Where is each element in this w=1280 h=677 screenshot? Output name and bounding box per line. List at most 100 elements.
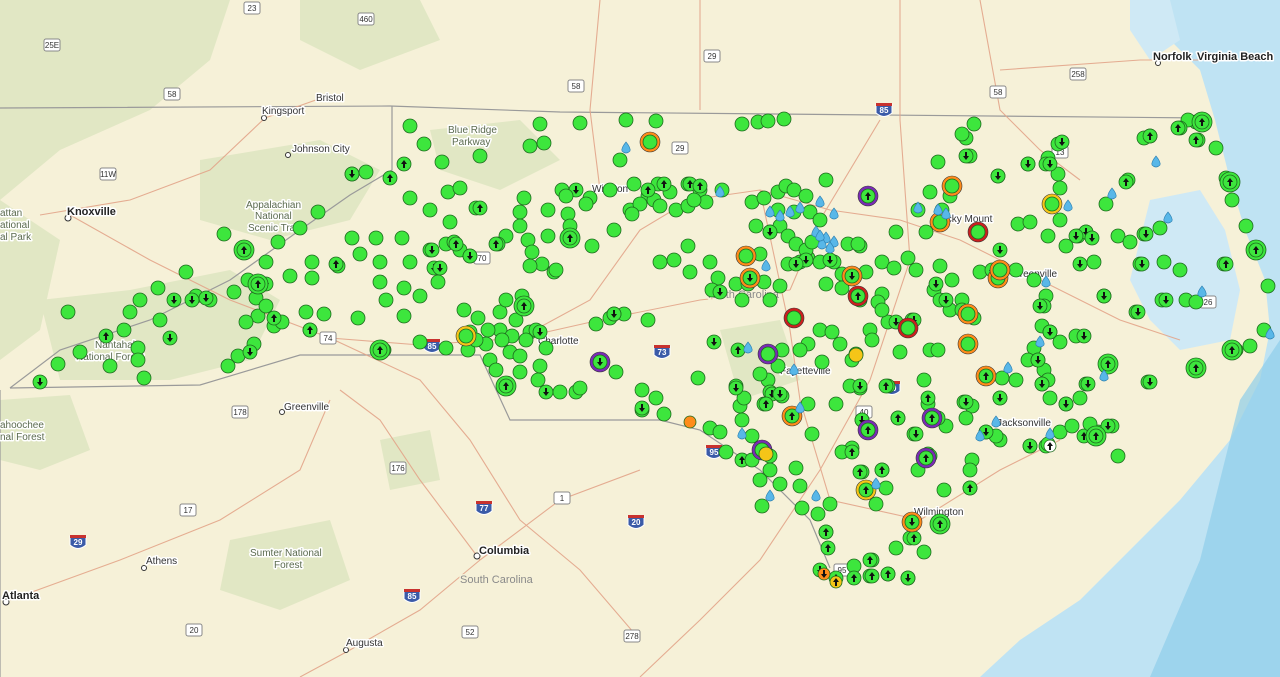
gauge-marker[interactable] xyxy=(352,246,368,262)
gauge-marker[interactable] xyxy=(130,352,146,368)
gauge-marker[interactable] xyxy=(880,566,896,582)
gauge-marker[interactable] xyxy=(862,552,878,568)
gauge-marker[interactable] xyxy=(792,342,808,358)
gauge-marker[interactable] xyxy=(198,290,214,306)
gauge-marker[interactable] xyxy=(868,496,884,512)
gauge-marker[interactable] xyxy=(915,447,937,469)
gauge-marker[interactable] xyxy=(1008,262,1024,278)
gauge-marker[interactable] xyxy=(810,506,826,522)
gauge-marker[interactable] xyxy=(712,424,728,440)
gauge-marker[interactable] xyxy=(589,351,611,373)
gauge-marker[interactable] xyxy=(1058,396,1074,412)
gauge-marker[interactable] xyxy=(1052,180,1068,196)
gauge-marker[interactable] xyxy=(258,254,274,270)
gauge-marker[interactable] xyxy=(369,339,391,361)
gauge-marker[interactable] xyxy=(788,460,804,476)
gauge-marker[interactable] xyxy=(1122,234,1138,250)
gauge-marker[interactable] xyxy=(1080,376,1096,392)
gauge-marker[interactable] xyxy=(532,324,548,340)
gauge-marker[interactable] xyxy=(920,390,936,406)
gauge-marker[interactable] xyxy=(634,400,650,416)
gauge-marker[interactable] xyxy=(220,358,236,374)
gauge-marker[interactable] xyxy=(1086,254,1102,270)
gauge-marker[interactable] xyxy=(967,221,989,243)
gauge-marker[interactable] xyxy=(772,278,788,294)
gauge-marker[interactable] xyxy=(828,396,844,412)
gauge-marker[interactable] xyxy=(852,378,868,394)
gauge-marker[interactable] xyxy=(412,288,428,304)
gauge-marker[interactable] xyxy=(512,364,528,380)
gauge-marker[interactable] xyxy=(900,570,916,586)
gauge-marker[interactable] xyxy=(1041,193,1063,215)
gauge-marker[interactable] xyxy=(841,265,863,287)
gauge-marker[interactable] xyxy=(850,236,866,252)
gauge-marker[interactable] xyxy=(634,382,650,398)
gauge-marker[interactable] xyxy=(606,306,622,322)
gauge-marker[interactable] xyxy=(1158,292,1174,308)
gauge-marker[interactable] xyxy=(640,182,656,198)
gauge-marker[interactable] xyxy=(1054,134,1070,150)
gauge-marker[interactable] xyxy=(706,334,722,350)
gauge-marker[interactable] xyxy=(754,498,770,514)
gauge-marker[interactable] xyxy=(530,372,546,388)
gauge-marker[interactable] xyxy=(756,190,772,206)
gauge-marker[interactable] xyxy=(358,164,374,180)
gauge-marker[interactable] xyxy=(901,511,923,533)
gauge-marker[interactable] xyxy=(304,270,320,286)
gauge-marker[interactable] xyxy=(992,242,1008,258)
gauge-marker[interactable] xyxy=(540,202,556,218)
gauge-marker[interactable] xyxy=(402,118,418,134)
gauge-marker[interactable] xyxy=(1030,352,1046,368)
gauge-marker[interactable] xyxy=(606,222,622,238)
gauge-marker[interactable] xyxy=(792,478,808,494)
gauge-marker[interactable] xyxy=(817,567,831,581)
gauge-marker[interactable] xyxy=(932,258,948,274)
gauge-marker[interactable] xyxy=(424,242,440,258)
gauge-marker[interactable] xyxy=(958,394,974,410)
gauge-marker[interactable] xyxy=(480,322,496,338)
gauge-marker[interactable] xyxy=(682,264,698,280)
gauge-marker[interactable] xyxy=(921,407,943,429)
gauge-marker[interactable] xyxy=(652,254,668,270)
gauge-marker[interactable] xyxy=(488,236,504,252)
gauge-marker[interactable] xyxy=(734,412,750,428)
gauge-marker[interactable] xyxy=(1076,328,1092,344)
gauge-marker[interactable] xyxy=(472,148,488,164)
gauge-marker[interactable] xyxy=(712,284,728,300)
gauge-marker[interactable] xyxy=(752,366,768,382)
gauge-marker[interactable] xyxy=(1188,132,1204,148)
gauge-marker[interactable] xyxy=(922,184,938,200)
gauge-marker[interactable] xyxy=(432,260,448,276)
gauge-marker[interactable] xyxy=(270,234,286,250)
gauge-marker[interactable] xyxy=(918,224,934,240)
gauge-marker[interactable] xyxy=(152,312,168,328)
gauge-marker[interactable] xyxy=(302,322,318,338)
gauge-marker[interactable] xyxy=(372,254,388,270)
gauge-marker[interactable] xyxy=(1142,374,1158,390)
gauge-marker[interactable] xyxy=(686,192,702,208)
gauge-marker[interactable] xyxy=(1043,439,1057,453)
gauge-marker[interactable] xyxy=(954,126,970,142)
gauge-marker[interactable] xyxy=(608,364,624,380)
gauge-marker[interactable] xyxy=(748,218,764,234)
gauge-marker[interactable] xyxy=(656,406,672,422)
streamgage-map[interactable]: Norfolk Virginia Beach Kingsport Bristol… xyxy=(0,0,1280,677)
gauge-marker[interactable] xyxy=(718,444,734,460)
gauge-marker[interactable] xyxy=(382,170,398,186)
gauge-marker[interactable] xyxy=(536,135,552,151)
gauge-marker[interactable] xyxy=(233,239,255,261)
gauge-marker[interactable] xyxy=(72,344,88,360)
gauge-marker[interactable] xyxy=(304,254,320,270)
gauge-marker[interactable] xyxy=(462,248,478,264)
gauge-marker[interactable] xyxy=(762,224,778,240)
gauge-marker[interactable] xyxy=(456,302,472,318)
gauge-marker[interactable] xyxy=(1068,228,1084,244)
gauge-marker[interactable] xyxy=(930,342,946,358)
gauge-marker[interactable] xyxy=(1218,256,1234,272)
gauge-marker[interactable] xyxy=(886,260,902,276)
gauge-marker[interactable] xyxy=(572,380,588,396)
gauge-marker[interactable] xyxy=(150,280,166,296)
gauge-marker[interactable] xyxy=(1085,425,1107,447)
gauge-marker[interactable] xyxy=(1170,120,1186,136)
gauge-marker[interactable] xyxy=(822,252,838,268)
